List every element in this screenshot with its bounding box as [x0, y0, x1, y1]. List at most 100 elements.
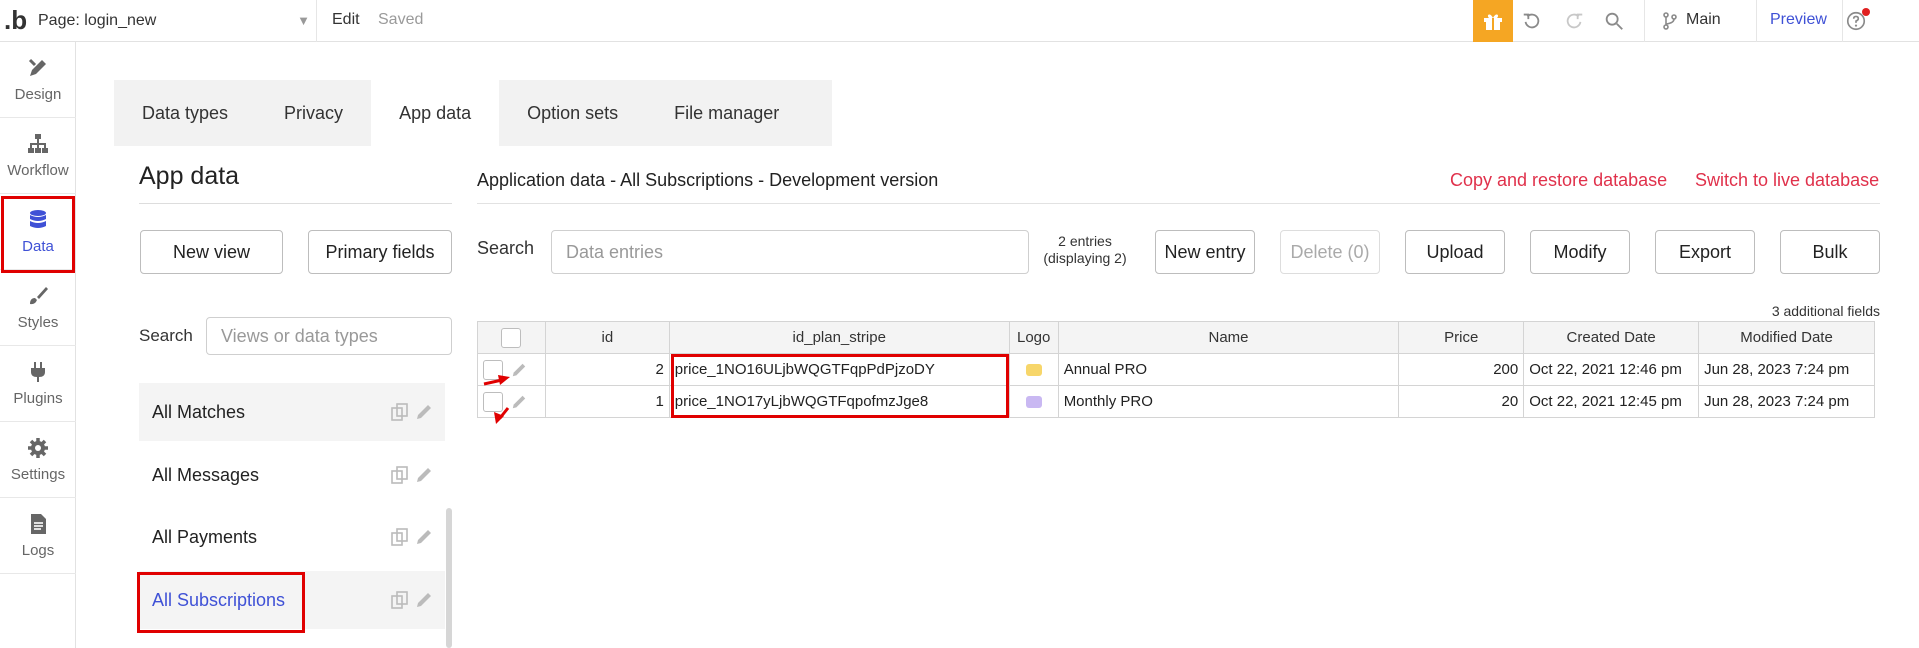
table-header-row: id id_plan_stripe Logo Name Price Create…	[477, 321, 1875, 354]
data-type-label: All Matches	[152, 401, 246, 422]
plug-icon	[31, 362, 45, 382]
select-all-cell	[477, 321, 546, 354]
column-header[interactable]: Logo	[1008, 321, 1059, 354]
cell-price: 20	[1398, 385, 1525, 418]
pencil-icon[interactable]	[415, 528, 433, 546]
design-icon	[28, 58, 46, 76]
delete-button[interactable]: Delete (0)	[1280, 230, 1380, 274]
search-label: Search	[139, 326, 193, 345]
bulk-button[interactable]: Bulk	[1780, 230, 1880, 274]
search-button[interactable]	[1600, 8, 1628, 34]
sidebar-item-styles[interactable]: Styles	[0, 270, 76, 346]
undo-button[interactable]	[1518, 8, 1546, 34]
column-header[interactable]: Price	[1398, 321, 1525, 354]
sidebar-item-label: Workflow	[7, 162, 69, 179]
notification-dot	[1862, 8, 1870, 16]
column-header[interactable]: id	[544, 321, 670, 354]
pencil-icon[interactable]	[415, 591, 433, 609]
cell-name: Monthly PRO	[1057, 385, 1400, 418]
tab-app-data[interactable]: App data	[371, 80, 500, 146]
data-type-item[interactable]: All Messages	[139, 446, 445, 504]
pencil-icon[interactable]	[415, 403, 433, 421]
export-button[interactable]: Export	[1655, 230, 1755, 274]
cell-created-date: Oct 22, 2021 12:46 pm	[1523, 353, 1700, 386]
redo-icon	[1566, 13, 1583, 29]
tab-file-manager[interactable]: File manager	[646, 80, 807, 146]
cell-created-date: Oct 22, 2021 12:45 pm	[1523, 385, 1700, 418]
page-selector[interactable]: Page: login_new ▼	[38, 9, 310, 33]
top-bar: .b Page: login_new ▼ Edit Saved Main Pre…	[0, 0, 1919, 42]
copy-icon[interactable]	[391, 466, 409, 484]
undo-icon	[1523, 13, 1540, 29]
tab-privacy[interactable]: Privacy	[256, 80, 371, 146]
tab-bar: Data types Privacy App data Option sets …	[114, 80, 832, 146]
branch-selector[interactable]: Main	[1686, 11, 1721, 29]
edit-menu[interactable]: Edit	[332, 11, 360, 29]
sidebar-item-label: Styles	[17, 314, 59, 331]
cell-modified-date: Jun 28, 2023 7:24 pm	[1698, 385, 1875, 418]
column-header[interactable]: Modified Date	[1698, 321, 1875, 354]
copy-restore-database-link[interactable]: Copy and restore database	[1450, 170, 1667, 191]
redo-button[interactable]	[1560, 8, 1588, 34]
cell-name: Annual PRO	[1057, 353, 1400, 386]
cell-id: 2	[544, 353, 670, 386]
cell-price: 200	[1398, 353, 1525, 386]
new-view-button[interactable]: New view	[140, 230, 283, 274]
column-header[interactable]: id_plan_stripe	[668, 321, 1010, 354]
data-entries-search-input[interactable]: Data entries	[551, 230, 1029, 274]
gift-icon	[1484, 14, 1502, 30]
upload-button[interactable]: Upload	[1405, 230, 1505, 274]
copy-icon[interactable]	[391, 591, 409, 609]
save-status: Saved	[378, 11, 424, 28]
preview-button[interactable]: Preview	[1770, 11, 1827, 29]
sidebar-item-label: Plugins	[13, 390, 63, 407]
data-type-item[interactable]: All Matches	[139, 383, 445, 441]
divider	[139, 203, 452, 204]
sidebar-item-label: Logs	[21, 542, 55, 559]
select-all-checkbox[interactable]	[501, 327, 522, 348]
primary-fields-button[interactable]: Primary fields	[308, 230, 452, 274]
highlight-box	[137, 572, 305, 633]
bubble-logo[interactable]: .b	[4, 6, 30, 34]
cell-modified-date: Jun 28, 2023 7:24 pm	[1698, 353, 1875, 386]
sidebar-item-design[interactable]: Design	[0, 42, 76, 118]
search-icon	[1605, 12, 1623, 30]
workflow-icon	[28, 134, 48, 153]
document-icon	[31, 514, 46, 534]
column-header[interactable]: Created Date	[1523, 321, 1700, 354]
divider	[316, 0, 317, 42]
highlight-box	[1, 196, 75, 273]
tab-option-sets[interactable]: Option sets	[499, 80, 646, 146]
brush-icon	[30, 287, 48, 305]
scrollbar[interactable]	[446, 508, 452, 648]
column-header[interactable]: Name	[1057, 321, 1400, 354]
tab-data-types[interactable]: Data types	[114, 80, 256, 146]
data-type-search-input[interactable]: Views or data types	[206, 317, 452, 355]
divider	[477, 203, 1880, 204]
sidebar-item-plugins[interactable]: Plugins	[0, 346, 76, 422]
logo-thumbnail[interactable]	[1025, 364, 1042, 377]
branch-icon	[1660, 8, 1680, 34]
pencil-icon[interactable]	[415, 466, 433, 484]
sidebar-item-logs[interactable]: Logs	[0, 498, 76, 574]
modify-button[interactable]: Modify	[1530, 230, 1630, 274]
logo-thumbnail[interactable]	[1025, 396, 1042, 409]
gift-button[interactable]	[1473, 0, 1513, 42]
sidebar-item-workflow[interactable]: Workflow	[0, 118, 76, 194]
highlight-box	[671, 354, 1009, 418]
sidebar-item-settings[interactable]: Settings	[0, 422, 76, 498]
switch-live-database-link[interactable]: Switch to live database	[1695, 170, 1879, 191]
sidebar-item-label: Settings	[10, 466, 66, 483]
cell-logo	[1008, 353, 1059, 386]
cell-id: 1	[544, 385, 670, 418]
search-placeholder: Views or data types	[221, 325, 378, 346]
new-entry-button[interactable]: New entry	[1155, 230, 1255, 274]
data-type-label: All Payments	[152, 526, 258, 547]
copy-icon[interactable]	[391, 403, 409, 421]
panel-title: App data	[139, 162, 240, 190]
additional-fields-link[interactable]: 3 additional fields	[1700, 303, 1880, 319]
copy-icon[interactable]	[391, 528, 409, 546]
data-type-item[interactable]: All Payments	[139, 508, 445, 566]
app-data-title: Application data - All Subscriptions - D…	[477, 170, 939, 190]
data-type-label: All Messages	[152, 464, 260, 485]
